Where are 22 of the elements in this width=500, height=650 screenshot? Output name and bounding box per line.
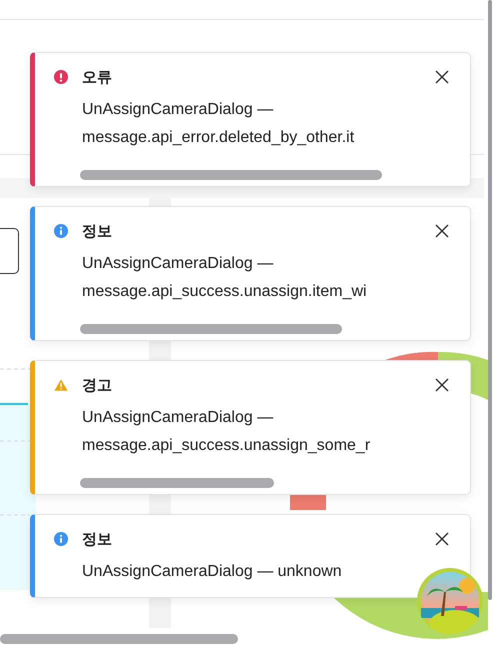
warning-icon [54,378,68,392]
toast-message: UnAssignCameraDialog — [82,254,274,274]
toast-message: UnAssignCameraDialog — [82,408,274,428]
info-icon [54,532,68,546]
close-button[interactable] [434,377,450,393]
info-icon [54,224,68,238]
toast-message: message.api_error.deleted_by_other.it [82,128,356,148]
dropdown-field [0,228,19,274]
error-icon [54,70,68,84]
toast-message: message.api_success.unassign.item_wi [82,282,368,302]
vertical-scrollbar[interactable] [488,0,492,600]
close-button[interactable] [434,223,450,239]
toast-message: message.api_success.unassign_some_r [82,436,372,456]
close-button[interactable] [434,531,450,547]
toast-title: 오류 [82,68,113,86]
toast-title: 정보 [82,222,113,240]
close-button[interactable] [434,69,450,85]
toast-title: 정보 [82,530,113,548]
toast-title: 경고 [82,376,113,394]
toast-message: UnAssignCameraDialog — [82,100,274,120]
horizontal-scrollbar[interactable] [0,634,238,644]
toast-message: UnAssignCameraDialog — unknown [82,562,343,582]
